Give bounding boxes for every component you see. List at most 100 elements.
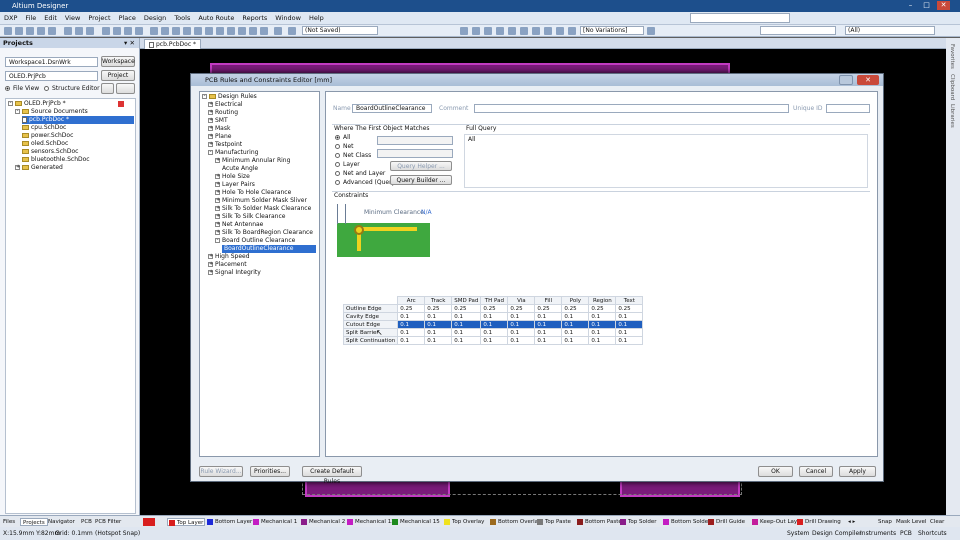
table-cell[interactable]: 0.1	[534, 336, 563, 345]
layer-tab[interactable]: Mechanical 15	[392, 518, 440, 526]
expand-icon[interactable]: +	[208, 126, 213, 131]
new-icon[interactable]	[4, 27, 12, 35]
menu-window[interactable]: Window	[271, 12, 305, 25]
table-cell[interactable]: 0.1	[424, 320, 453, 329]
expand-icon[interactable]: +	[208, 270, 213, 275]
table-cell[interactable]: 0.1	[534, 328, 563, 337]
layer-tab[interactable]: Keep-Out Layer	[752, 518, 803, 526]
tree-oled-doc[interactable]: oled.SchDoc	[22, 140, 68, 148]
expand-icon[interactable]: +	[215, 158, 220, 163]
expand-icon[interactable]: +	[215, 230, 220, 235]
where-layer-radio[interactable]: Layer	[335, 161, 360, 169]
table-cell[interactable]: 0.1	[397, 328, 426, 337]
menu-project[interactable]: Project	[84, 12, 114, 25]
pad-icon[interactable]	[172, 27, 180, 35]
where-net-radio[interactable]: Net	[335, 143, 354, 151]
doc-icon[interactable]	[460, 27, 468, 35]
current-layer-swatch[interactable]	[143, 518, 155, 526]
collapse-icon[interactable]: -	[215, 238, 220, 243]
table-cell[interactable]: 0.25	[588, 304, 617, 313]
layer-tab[interactable]: Top Layer	[167, 518, 206, 526]
undo-icon[interactable]	[124, 27, 132, 35]
table-cell[interactable]: 0.1	[397, 312, 426, 321]
move-icon[interactable]	[113, 27, 121, 35]
table-cell[interactable]: 0.25	[615, 304, 644, 313]
not-saved-combo[interactable]: (Not Saved)	[302, 26, 378, 35]
expand-icon[interactable]: +	[208, 102, 213, 107]
expand-icon[interactable]: +	[15, 165, 20, 170]
tree-boardoutlineclearance-rule[interactable]: BoardOutlineClearance	[222, 245, 316, 253]
table-cell[interactable]: 0.25	[424, 304, 453, 313]
diff-pair-icon[interactable]	[249, 27, 257, 35]
tree-hole-size[interactable]: + Hole Size	[215, 173, 250, 181]
clear-button[interactable]: Clear	[930, 518, 944, 526]
tree-board-outline-clearance[interactable]: - Board Outline Clearance	[215, 237, 295, 245]
tree-generated[interactable]: + Generated	[15, 164, 63, 172]
status-design-compiler[interactable]: Design Compiler	[812, 527, 862, 540]
save-icon[interactable]	[26, 27, 34, 35]
table-cell[interactable]: 0.1	[424, 336, 453, 345]
favorites-tab[interactable]: Favorites	[949, 44, 955, 69]
workspace-button[interactable]: Workspace	[101, 56, 135, 67]
file-view-radio[interactable]: File View	[5, 85, 39, 93]
table-cell[interactable]: 0.1	[397, 336, 426, 345]
collapse-icon[interactable]: -	[208, 150, 213, 155]
table-cell[interactable]: 0.1	[615, 328, 644, 337]
tree-sensors-doc[interactable]: sensors.SchDoc	[22, 148, 78, 156]
where-all-radio[interactable]: All	[335, 134, 350, 142]
all-combo[interactable]: (All)	[845, 26, 935, 35]
layer-tab[interactable]: Bottom Layer	[207, 518, 252, 526]
via-tool-icon[interactable]	[496, 27, 504, 35]
maximize-button[interactable]: □	[920, 1, 933, 10]
tree-manufacturing[interactable]: - Manufacturing	[208, 149, 258, 157]
table-row[interactable]: Split Barrier 0.1 0.1 0.1 0.1 0.1 0.1 0.…	[342, 328, 644, 337]
tree-project[interactable]: - OLED.PrjPcb *	[8, 100, 124, 108]
expand-icon[interactable]: +	[215, 182, 220, 187]
layer-tab[interactable]: Drill Guide	[708, 518, 745, 526]
tree-testpoint[interactable]: + Testpoint	[208, 141, 242, 149]
table-cell[interactable]: 0.1	[588, 312, 617, 321]
text-tool-icon[interactable]	[556, 27, 564, 35]
table-cell[interactable]: 0.1	[507, 312, 536, 321]
tree-high-speed[interactable]: + High Speed	[208, 253, 250, 261]
status-instruments[interactable]: Instruments	[860, 527, 896, 540]
structure-editor-radio[interactable]: Structure Editor	[44, 85, 100, 93]
status-system[interactable]: System	[787, 527, 809, 540]
dialog-help-button[interactable]	[839, 75, 853, 85]
dimension-icon[interactable]	[260, 27, 268, 35]
arc-tool-icon[interactable]	[520, 27, 528, 35]
layer-tab[interactable]: Drill Drawing	[797, 518, 841, 526]
layer-tab[interactable]: Top Overlay	[444, 518, 484, 526]
tree-net-antennae[interactable]: + Net Antennae	[215, 221, 263, 229]
tree-layer-pairs[interactable]: + Layer Pairs	[215, 181, 255, 189]
table-cell[interactable]: 0.25	[534, 304, 563, 313]
panel-tab-navigator[interactable]: Navigator	[48, 518, 75, 526]
expand-icon[interactable]: +	[208, 134, 213, 139]
tree-pcb-doc[interactable]: pcb.PcbDoc *	[22, 116, 134, 124]
layer-tab[interactable]: Mechanical 1	[253, 518, 297, 526]
route-icon[interactable]	[150, 27, 158, 35]
table-cell[interactable]: 0.1	[480, 328, 509, 337]
tree-silk-to-silk[interactable]: + Silk To Silk Clearance	[215, 213, 285, 221]
layer-tab[interactable]: Mechanical 13	[347, 518, 395, 526]
table-cell[interactable]: 0.25	[480, 304, 509, 313]
table-cell[interactable]: 0.1	[451, 312, 482, 321]
layer-tab[interactable]: Top Solder	[620, 518, 657, 526]
priorities-button[interactable]: Priorities...	[250, 466, 290, 477]
tree-bluetooth-doc[interactable]: bluetoothle.SchDoc	[22, 156, 90, 164]
polygon-icon[interactable]	[194, 27, 202, 35]
menu-help[interactable]: Help	[305, 12, 328, 25]
table-cell[interactable]: 0.1	[507, 328, 536, 337]
panel-tab-projects[interactable]: Projects	[20, 518, 48, 526]
table-row-selected[interactable]: Cutout Edge 0.1 0.1 0.1 0.1 0.1 0.1 0.1 …	[342, 320, 644, 329]
full-query-box[interactable]: All	[464, 134, 868, 188]
table-cell[interactable]: 0.1	[507, 320, 536, 329]
where-net-and-layer-radio[interactable]: Net and Layer	[335, 170, 385, 178]
minimize-button[interactable]: –	[904, 1, 917, 10]
tree-design-rules[interactable]: - Design Rules	[202, 93, 257, 101]
table-cell[interactable]: 0.1	[588, 320, 617, 329]
table-cell[interactable]: 0.25	[397, 304, 426, 313]
table-cell[interactable]: 0.1	[424, 328, 453, 337]
comment-input[interactable]	[474, 104, 789, 113]
table-cell[interactable]: 0.1	[480, 320, 509, 329]
